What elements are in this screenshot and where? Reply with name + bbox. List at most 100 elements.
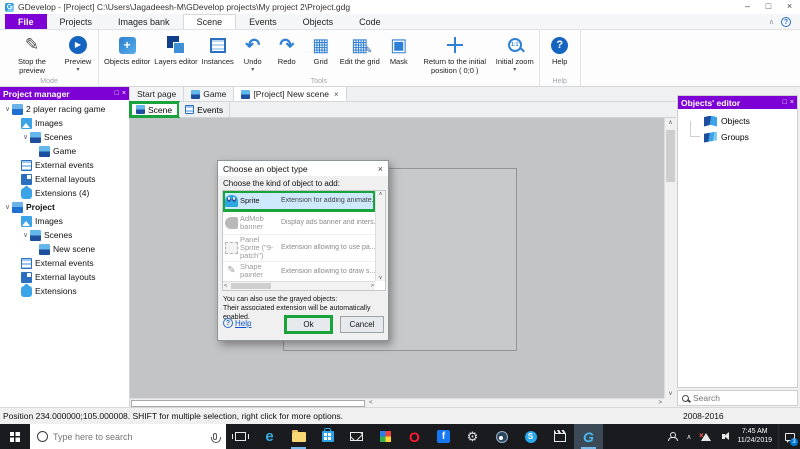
doc-tab-game[interactable]: Game	[184, 87, 235, 101]
doc-tab-new-scene[interactable]: [Project] New scene ×	[234, 87, 347, 101]
dialog-close-icon[interactable]: ×	[378, 164, 383, 174]
tree-item-extensions[interactable]: Extensions (4)	[0, 185, 129, 200]
tab-objects[interactable]: Objects	[290, 14, 347, 29]
panel-maximize-icon[interactable]: □	[783, 99, 787, 106]
task-view-button[interactable]	[226, 424, 255, 449]
tree-item-extensions[interactable]: Extensions	[0, 283, 129, 298]
tree-caret-icon[interactable]: ∨	[21, 231, 30, 239]
tab-events[interactable]: Events	[236, 14, 290, 29]
scroll-right-icon[interactable]: >	[371, 282, 374, 290]
start-button[interactable]	[0, 424, 30, 449]
taskbar-clock[interactable]: 7:45 AM 11/24/2019	[731, 428, 778, 446]
photos-button[interactable]	[371, 424, 400, 449]
doc-tab-start-page[interactable]: Start page	[130, 87, 185, 101]
redo-button[interactable]: ↷ Redo	[270, 32, 304, 68]
tree-item-external-layouts[interactable]: External layouts	[0, 172, 129, 186]
maximize-button[interactable]: □	[758, 0, 779, 14]
tree-item-game-scene[interactable]: Game	[0, 144, 129, 158]
tree-caret-icon[interactable]: ∨	[3, 105, 12, 113]
list-vertical-scrollbar[interactable]: ∧ ∨	[375, 191, 385, 281]
ok-button[interactable]: Ok	[284, 315, 333, 334]
object-type-row-panel-sprite[interactable]: Panel Sprite ("9-patch") Extension allow…	[223, 235, 375, 262]
scroll-down-icon[interactable]: ∨	[665, 390, 676, 397]
object-type-row-shape-painter[interactable]: ✎ Shape painter Extension allowing to dr…	[223, 262, 375, 281]
layers-editor-button[interactable]: Layers editor	[152, 32, 199, 68]
tree-item-images[interactable]: Images	[0, 116, 129, 130]
instances-button[interactable]: Instances	[200, 32, 236, 68]
object-type-row-sprite[interactable]: Sprite Extension for adding animate..	[223, 191, 375, 212]
gdevelop-taskbar-button[interactable]: G	[574, 424, 603, 449]
tree-caret-icon[interactable]: ∨	[3, 203, 12, 211]
stop-preview-button[interactable]: ✎ Stop the preview	[3, 32, 61, 76]
movies-button[interactable]	[545, 424, 574, 449]
minimize-button[interactable]: –	[737, 0, 758, 14]
tree-caret-icon[interactable]: ∨	[21, 133, 30, 141]
steam-button[interactable]	[487, 424, 516, 449]
file-explorer-button[interactable]	[284, 424, 313, 449]
tree-item-external-events[interactable]: External events	[0, 256, 129, 270]
taskbar-search-input[interactable]	[53, 431, 208, 442]
tree-item-new-scene[interactable]: New scene	[0, 242, 129, 256]
scrollbar-thumb[interactable]	[231, 283, 271, 289]
microphone-icon[interactable]	[211, 433, 221, 443]
tab-images-bank[interactable]: Images bank	[105, 14, 183, 29]
edit-grid-button[interactable]: ▦ ✎ Edit the grid	[338, 32, 382, 68]
taskbar-search-box[interactable]	[30, 424, 226, 449]
help-icon[interactable]: ?	[781, 16, 791, 27]
settings-button[interactable]: ⚙	[458, 424, 487, 449]
subtab-events[interactable]: Events	[179, 102, 231, 117]
tree-item-images[interactable]: Images	[0, 214, 129, 228]
scrollbar-thumb[interactable]	[666, 130, 675, 182]
canvas-horizontal-scrollbar[interactable]: < >	[130, 398, 664, 407]
dialog-help-link[interactable]: ? Help	[223, 318, 251, 328]
tree-item-external-layouts[interactable]: External layouts	[0, 270, 129, 284]
tree-item-scenes[interactable]: ∨ Scenes	[0, 228, 129, 242]
mail-button[interactable]	[342, 424, 371, 449]
tab-file[interactable]: File	[5, 14, 47, 29]
facebook-button[interactable]: f	[429, 424, 458, 449]
tab-scene[interactable]: Scene	[182, 14, 237, 29]
initial-zoom-button[interactable]: 1:1 Initial zoom ▾	[494, 32, 536, 75]
skype-button[interactable]: S	[516, 424, 545, 449]
grid-button[interactable]: ▦ Grid	[304, 32, 338, 68]
tree-item-project[interactable]: ∨ Project	[0, 200, 129, 214]
close-button[interactable]: ×	[779, 0, 800, 14]
tree-item-external-events[interactable]: External events	[0, 158, 129, 172]
cancel-button[interactable]: Cancel	[340, 316, 384, 333]
canvas-vertical-scrollbar[interactable]: ∧ ∨	[664, 118, 676, 398]
action-center-button[interactable]: 3	[778, 424, 800, 449]
tree-item-racing-game[interactable]: ∨ 2 player racing game	[0, 102, 129, 116]
return-initial-position-button[interactable]: Return to the initial position ( 0;0 )	[416, 32, 494, 76]
scroll-down-icon[interactable]: ∨	[376, 275, 385, 281]
scroll-up-icon[interactable]: ∧	[665, 119, 676, 126]
preview-button[interactable]: ▶ Preview ▾	[61, 32, 95, 75]
list-horizontal-scrollbar[interactable]: < >	[223, 281, 375, 290]
scene-canvas[interactable]: ∧ ∨	[130, 118, 676, 398]
opera-button[interactable]: O	[400, 424, 429, 449]
object-type-row-admob[interactable]: AdMob banner Display ads banner and inte…	[223, 211, 375, 235]
panel-maximize-icon[interactable]: □	[115, 90, 119, 97]
scroll-left-icon[interactable]: <	[224, 282, 227, 290]
tray-overflow-button[interactable]: ∧	[680, 433, 697, 441]
collapse-ribbon-icon[interactable]: ∧	[769, 18, 774, 26]
tab-projects[interactable]: Projects	[47, 14, 106, 29]
mask-button[interactable]: ▣ Mask	[382, 32, 416, 68]
tree-item-scenes[interactable]: ∨ Scenes	[0, 130, 129, 144]
tree-item-groups[interactable]: Groups	[678, 121, 797, 145]
objects-editor-button[interactable]: + Objects editor	[102, 32, 152, 68]
objects-search-input[interactable]	[693, 393, 793, 403]
undo-button[interactable]: ↶ Undo ▾	[236, 32, 270, 75]
volume-button[interactable]	[714, 432, 731, 440]
network-button[interactable]	[697, 431, 714, 441]
people-button[interactable]	[663, 432, 680, 441]
edge-button[interactable]: e	[255, 424, 284, 449]
panel-close-icon[interactable]: ×	[790, 99, 794, 106]
store-button[interactable]	[313, 424, 342, 449]
help-button[interactable]: ? Help	[543, 32, 577, 68]
subtab-scene[interactable]: Scene	[128, 101, 181, 118]
tab-code[interactable]: Code	[346, 14, 394, 29]
close-tab-icon[interactable]: ×	[334, 90, 339, 99]
scroll-up-icon[interactable]: ∧	[376, 191, 385, 197]
panel-close-icon[interactable]: ×	[122, 90, 126, 97]
scrollbar-thumb[interactable]	[131, 400, 365, 407]
